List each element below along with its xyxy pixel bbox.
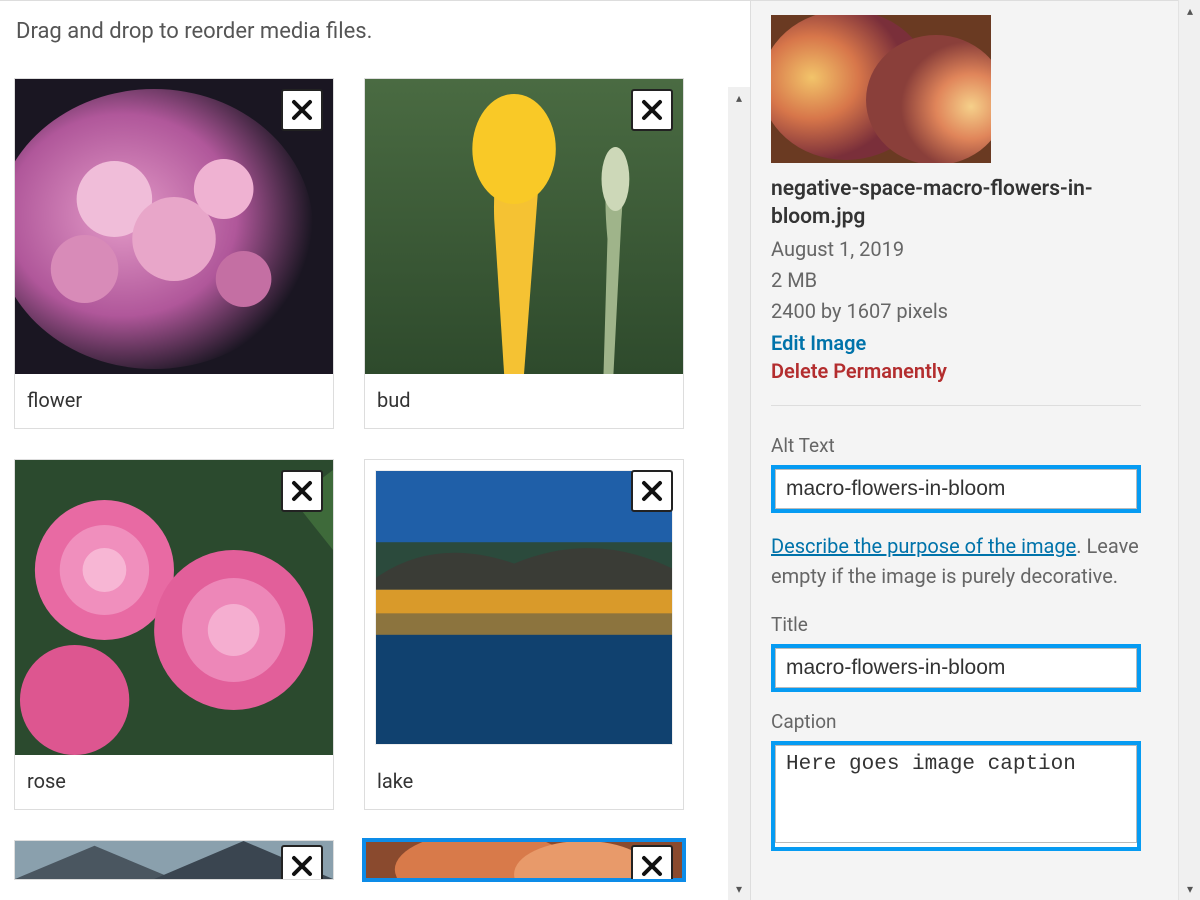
title-field-highlight	[771, 644, 1141, 692]
alt-text-label: Alt Text	[771, 434, 1171, 457]
attachment-details-panel: negative-space-macro-flowers-in-bloom.jp…	[750, 1, 1200, 900]
remove-media-button[interactable]	[631, 845, 673, 880]
detail-thumbnail	[771, 15, 991, 163]
caption-input[interactable]	[775, 745, 1137, 843]
attachment-filesize: 2 MB	[771, 265, 1171, 296]
grid-scrollbar[interactable]: ▴ ▾	[728, 87, 750, 900]
scroll-down-icon[interactable]: ▾	[1179, 878, 1200, 900]
media-caption[interactable]: flower	[15, 374, 333, 428]
media-caption[interactable]: lake	[365, 755, 683, 809]
scroll-up-icon[interactable]: ▴	[1179, 0, 1200, 22]
media-card[interactable]: bud	[364, 78, 684, 429]
close-icon	[640, 98, 664, 122]
close-icon	[290, 854, 314, 878]
alt-text-input[interactable]	[775, 469, 1137, 509]
media-caption[interactable]: bud	[365, 374, 683, 428]
reorder-instruction: Drag and drop to reorder media files.	[16, 19, 740, 44]
edit-image-link[interactable]: Edit Image	[771, 331, 1171, 355]
caption-field-highlight	[771, 741, 1141, 851]
media-card[interactable]	[14, 840, 334, 880]
describe-suffix: .	[1076, 534, 1081, 558]
caption-label: Caption	[771, 710, 1171, 733]
remove-media-button[interactable]	[631, 89, 673, 131]
alt-text-help: Describe the purpose of the image. Leave…	[771, 531, 1141, 591]
attachment-date: August 1, 2019	[771, 234, 1171, 265]
title-input[interactable]	[775, 648, 1137, 688]
alt-text-field-highlight	[771, 465, 1141, 513]
close-icon	[640, 854, 664, 878]
remove-media-button[interactable]	[281, 845, 323, 880]
describe-purpose-link[interactable]: Describe the purpose of the image	[771, 534, 1076, 558]
attachment-dimensions: 2400 by 1607 pixels	[771, 296, 1171, 327]
media-card[interactable]: rose	[14, 459, 334, 810]
scroll-up-icon[interactable]: ▴	[728, 87, 750, 109]
remove-media-button[interactable]	[281, 470, 323, 512]
close-icon	[290, 98, 314, 122]
media-card[interactable]: flower	[14, 78, 334, 429]
scroll-down-icon[interactable]: ▾	[728, 878, 750, 900]
media-grid-partial	[14, 840, 740, 880]
close-icon	[640, 479, 664, 503]
close-icon	[290, 479, 314, 503]
media-editor: Drag and drop to reorder media files. fl…	[0, 0, 1200, 900]
media-caption[interactable]: rose	[15, 755, 333, 809]
media-card[interactable]	[364, 840, 684, 880]
remove-media-button[interactable]	[631, 470, 673, 512]
media-grid-panel: Drag and drop to reorder media files. fl…	[0, 1, 750, 900]
media-grid: flower bud	[14, 78, 740, 810]
divider	[771, 405, 1141, 406]
page-scrollbar[interactable]: ▴ ▾	[1178, 0, 1200, 900]
media-card[interactable]: lake	[364, 459, 684, 810]
delete-permanently-link[interactable]: Delete Permanently	[771, 359, 1171, 383]
remove-media-button[interactable]	[281, 89, 323, 131]
attachment-filename: negative-space-macro-flowers-in-bloom.jp…	[771, 175, 1151, 232]
title-label: Title	[771, 613, 1171, 636]
